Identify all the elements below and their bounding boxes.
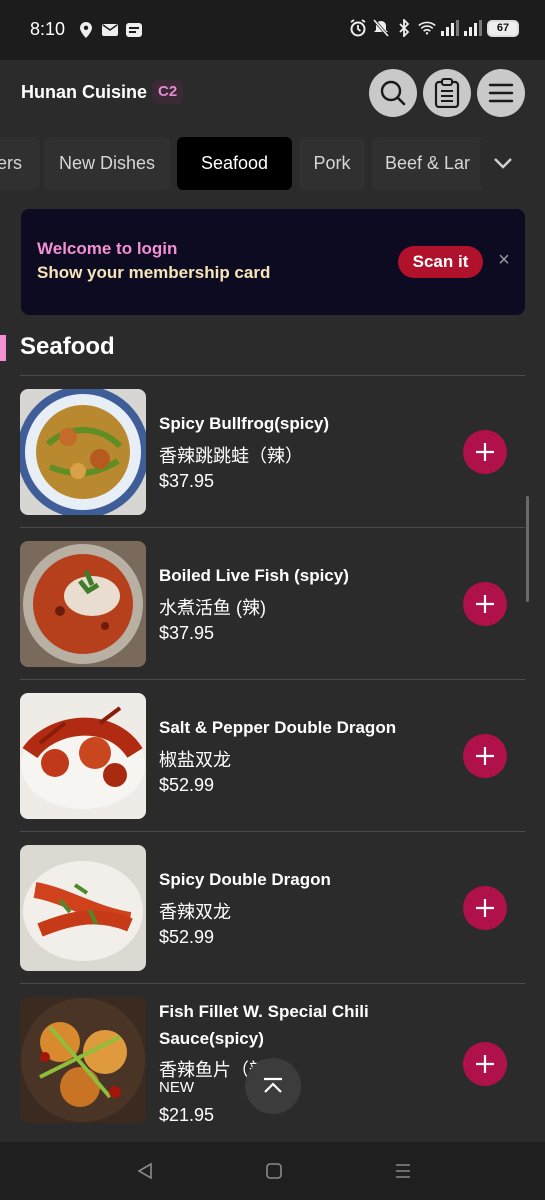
status-right-icons: 67 xyxy=(349,19,519,37)
tab-pork[interactable]: Pork xyxy=(299,137,365,190)
arrow-up-to-top-icon xyxy=(264,1077,282,1093)
add-to-cart-button[interactable] xyxy=(463,582,507,626)
message-icon xyxy=(125,21,143,39)
dish-chinese-name: 水煮活鱼 (辣) xyxy=(159,598,266,618)
dish-price: $37.95 xyxy=(159,471,215,491)
dish-photo xyxy=(20,541,146,667)
dish-name: Spicy Bullfrog(spicy) xyxy=(159,414,330,433)
dish-item[interactable]: Boiled Live Fish (spicy) 水煮活鱼 (辣) $37.95 xyxy=(20,528,525,680)
bluetooth-icon xyxy=(395,19,413,37)
tab-beef-lamb[interactable]: Beef & Lar xyxy=(372,137,484,190)
mail-icon xyxy=(101,21,119,39)
add-to-cart-button[interactable] xyxy=(463,886,507,930)
back-triangle-icon xyxy=(137,1162,152,1180)
dish-name: Salt & Pepper Double Dragon xyxy=(159,718,397,737)
battery-icon: 67 xyxy=(487,19,519,37)
home-button[interactable] xyxy=(262,1159,286,1183)
mute-icon xyxy=(372,19,390,37)
store-name: Hunan Cuisine xyxy=(21,82,148,102)
tab-partial[interactable]: ers xyxy=(0,137,40,190)
add-to-cart-button[interactable] xyxy=(463,430,507,474)
search-icon xyxy=(380,80,406,106)
section-title: Seafood xyxy=(20,333,115,360)
status-left-icons xyxy=(77,21,143,39)
dish-price: $52.99 xyxy=(159,775,215,795)
banner-membership-text: Show your membership card xyxy=(37,263,271,282)
status-bar: 8:10 67 xyxy=(0,0,545,60)
signal-icon xyxy=(464,19,482,37)
back-to-top-button[interactable] xyxy=(245,1058,301,1114)
dish-photo xyxy=(20,693,146,819)
dish-name: Spicy Double Dragon xyxy=(159,870,331,889)
chevron-down-icon xyxy=(493,158,512,169)
app-screen: 8:10 67 Hunan Cuisine C2 ers New Dishes … xyxy=(0,0,545,1200)
dish-photo xyxy=(20,845,146,971)
dish-photo xyxy=(20,389,146,515)
tab-new-dishes[interactable]: New Dishes xyxy=(44,137,170,190)
system-nav-bar xyxy=(0,1142,545,1200)
add-to-cart-button[interactable] xyxy=(463,734,507,778)
category-tabs: ers New Dishes Seafood Pork Beef & Lar xyxy=(0,130,545,196)
dish-chinese-name: 椒盐双龙 xyxy=(159,750,231,770)
banner-welcome-text: Welcome to login xyxy=(37,239,178,258)
home-square-icon xyxy=(266,1163,282,1179)
search-button[interactable] xyxy=(369,69,417,117)
dish-photo xyxy=(20,997,146,1123)
dish-name: Fish Fillet W. Special Chili Sauce(spicy… xyxy=(159,1002,369,1048)
plus-icon xyxy=(476,899,494,917)
dish-price: $37.95 xyxy=(159,623,215,643)
signal-icon xyxy=(441,19,459,37)
wifi-icon xyxy=(418,19,436,37)
recents-button[interactable] xyxy=(391,1159,415,1183)
tabs-more-button[interactable] xyxy=(480,140,525,186)
close-icon[interactable]: × xyxy=(495,250,513,270)
dish-item[interactable]: Spicy Bullfrog(spicy) 香辣跳跳蛙（辣） $37.95 xyxy=(20,376,525,528)
plus-icon xyxy=(476,747,494,765)
tab-seafood[interactable]: Seafood xyxy=(177,137,292,190)
alarm-icon xyxy=(349,19,367,37)
menu-icon xyxy=(488,83,514,103)
add-to-cart-button[interactable] xyxy=(463,1042,507,1086)
dish-name: Boiled Live Fish (spicy) xyxy=(159,566,349,585)
menu-button[interactable] xyxy=(477,69,525,117)
status-time: 8:10 xyxy=(30,19,66,39)
dish-chinese-name: 香辣双龙 xyxy=(159,902,231,922)
dish-price: $52.99 xyxy=(159,927,215,947)
plus-icon xyxy=(476,443,494,461)
membership-banner: Welcome to login Show your membership ca… xyxy=(21,209,525,315)
app-header: Hunan Cuisine C2 xyxy=(0,60,545,126)
dish-item[interactable]: Spicy Double Dragon 香辣双龙 $52.99 xyxy=(20,832,525,984)
dish-item[interactable]: Salt & Pepper Double Dragon 椒盐双龙 $52.99 xyxy=(20,680,525,832)
order-clipboard-icon xyxy=(434,78,460,108)
location-icon xyxy=(77,21,95,39)
store-badge: C2 xyxy=(152,80,184,104)
section-marker xyxy=(0,335,6,361)
scan-it-button[interactable]: Scan it xyxy=(398,246,483,278)
dish-chinese-name: 香辣跳跳蛙（辣） xyxy=(159,446,303,466)
back-button[interactable] xyxy=(133,1159,157,1183)
order-button[interactable] xyxy=(423,69,471,117)
plus-icon xyxy=(476,595,494,613)
recents-lines-icon xyxy=(396,1164,410,1178)
plus-icon xyxy=(476,1055,494,1073)
new-badge: NEW xyxy=(159,1079,194,1096)
dish-price: $21.95 xyxy=(159,1105,215,1125)
scrollbar[interactable] xyxy=(526,496,529,602)
